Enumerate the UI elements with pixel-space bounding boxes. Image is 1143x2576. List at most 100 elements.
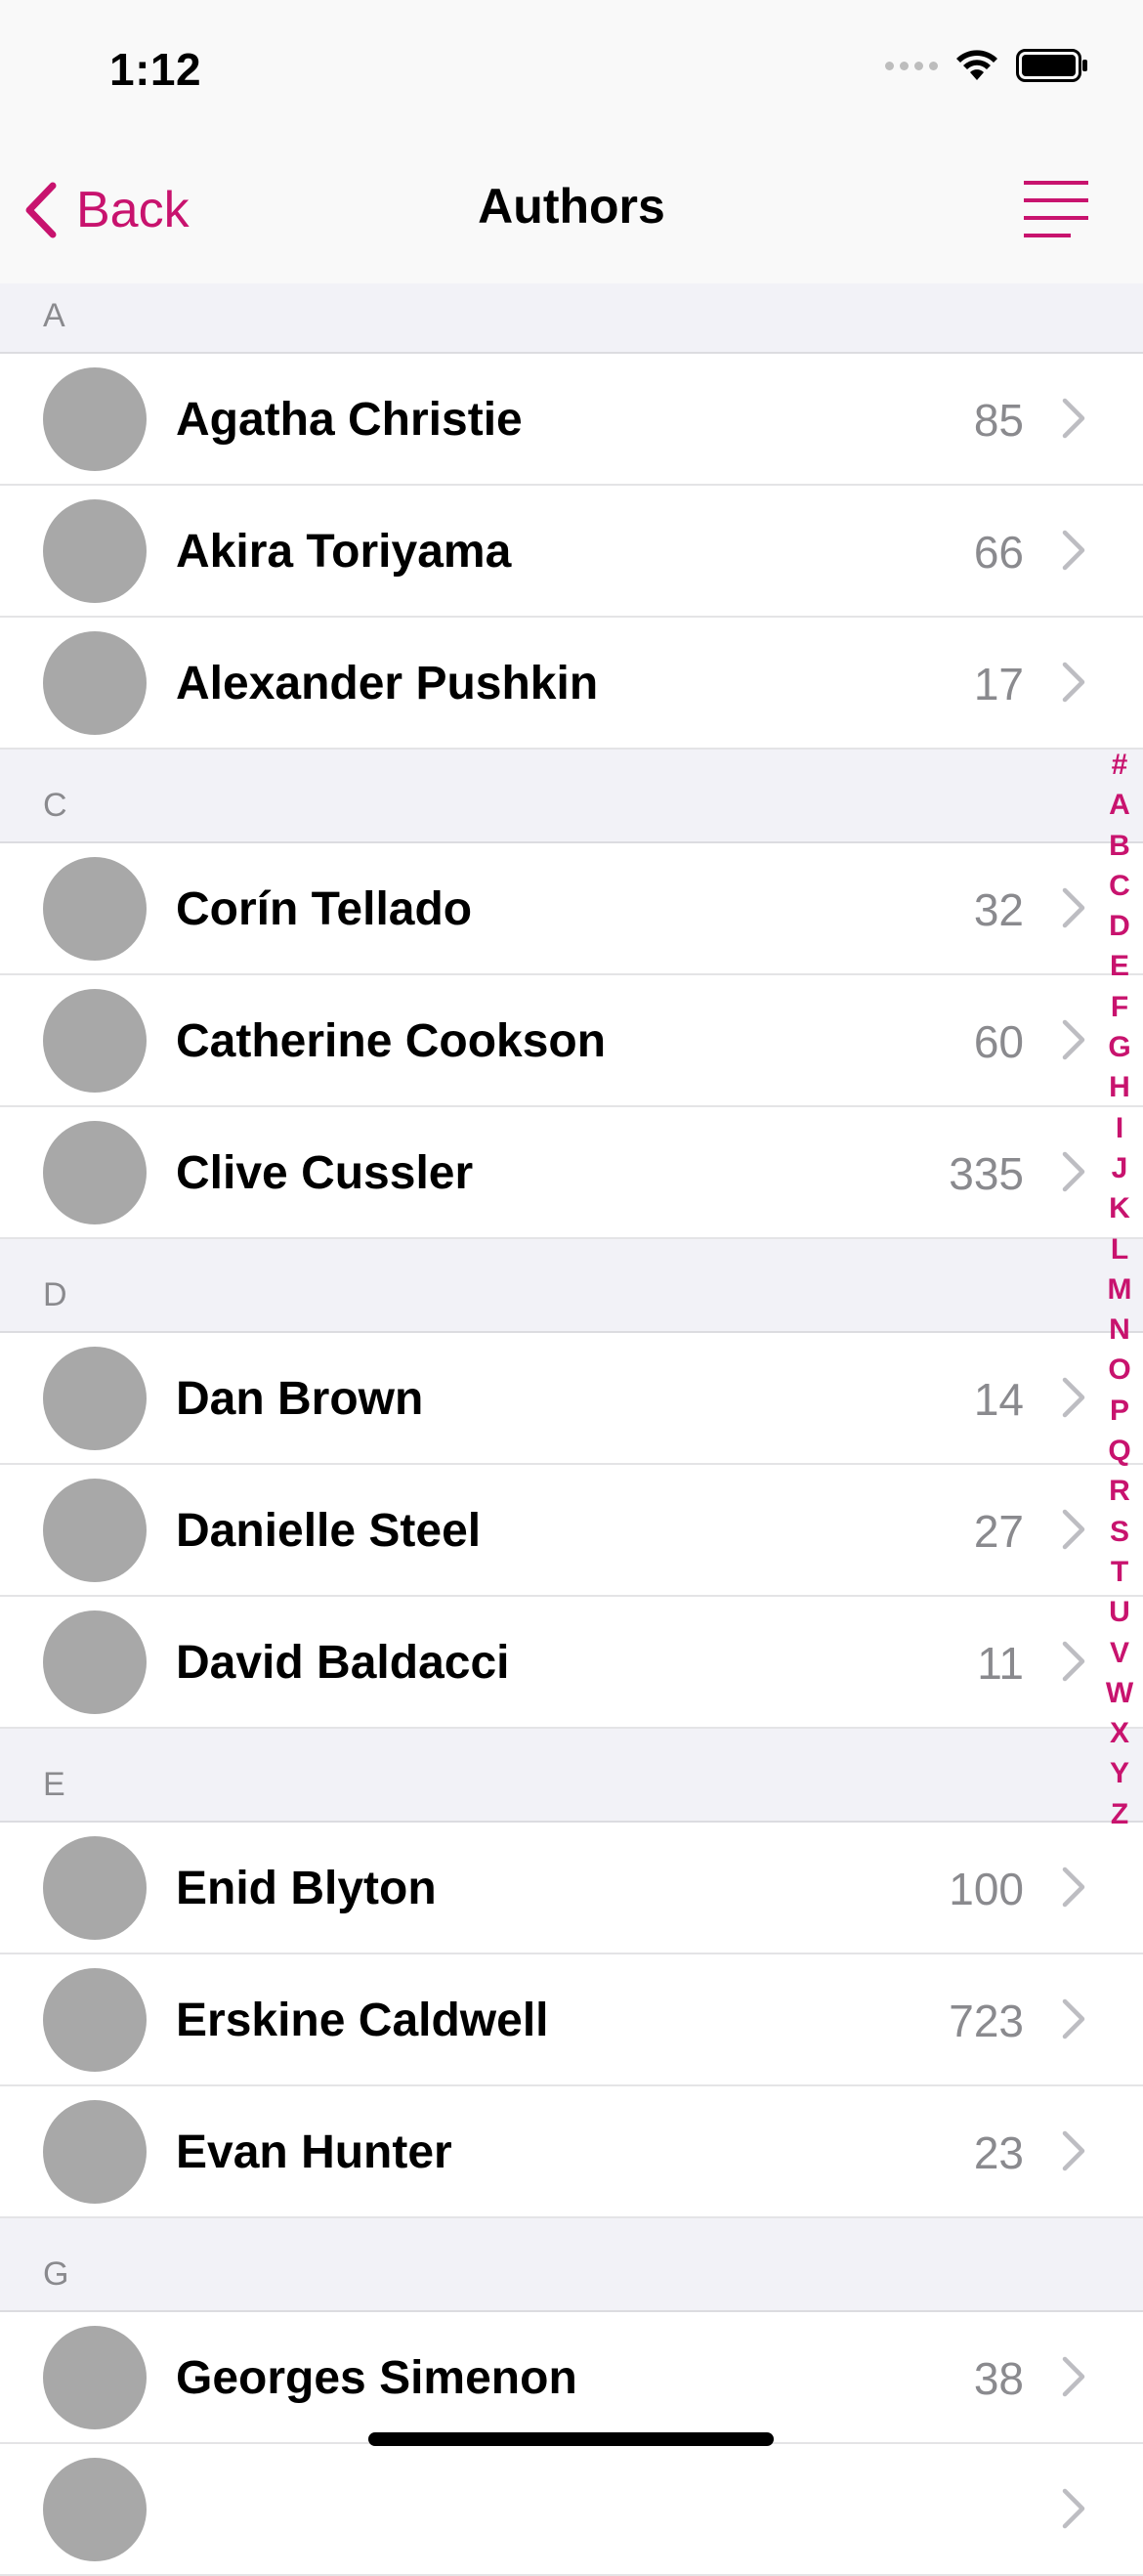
section-letter: G xyxy=(43,2255,69,2293)
index-letter[interactable]: V xyxy=(1110,1633,1129,1673)
author-name: Clive Cussler xyxy=(176,1147,474,1199)
book-count: 100 xyxy=(949,1864,1024,1914)
avatar xyxy=(43,367,147,471)
avatar xyxy=(43,2326,147,2429)
menu-button[interactable] xyxy=(1022,178,1090,242)
index-letter[interactable]: H xyxy=(1109,1067,1130,1107)
index-letter[interactable]: B xyxy=(1109,826,1130,866)
navigation-bar: Back Authors xyxy=(0,137,1143,283)
chevron-right-icon xyxy=(1062,1998,1085,2039)
author-row[interactable]: Catherine Cookson 60 xyxy=(0,975,1143,1107)
author-name: David Baldacci xyxy=(176,1637,510,1689)
index-letter[interactable]: T xyxy=(1111,1552,1128,1592)
author-row[interactable]: David Baldacci 11 xyxy=(0,1597,1143,1729)
chevron-right-icon xyxy=(1062,2356,1085,2397)
index-letter[interactable]: S xyxy=(1110,1512,1129,1552)
avatar xyxy=(43,1610,147,1714)
author-row[interactable]: Danielle Steel 27 xyxy=(0,1465,1143,1597)
chevron-right-icon xyxy=(1062,887,1085,928)
index-letter[interactable]: R xyxy=(1109,1471,1130,1511)
author-name: Danielle Steel xyxy=(176,1505,482,1557)
author-name: Erskine Caldwell xyxy=(176,1995,549,2046)
index-letter[interactable]: M xyxy=(1108,1269,1132,1309)
index-letter[interactable]: U xyxy=(1109,1592,1130,1632)
book-count: 335 xyxy=(949,1148,1024,1199)
index-letter[interactable]: D xyxy=(1109,906,1130,946)
author-name: Dan Brown xyxy=(176,1373,424,1425)
book-count: 85 xyxy=(973,395,1024,446)
index-letter[interactable]: I xyxy=(1116,1108,1123,1148)
chevron-right-icon xyxy=(1062,1377,1085,1418)
section-letter: D xyxy=(43,1276,67,1313)
avatar xyxy=(43,989,147,1093)
avatar xyxy=(43,499,147,603)
index-letter[interactable]: P xyxy=(1110,1391,1129,1431)
section-spacer xyxy=(0,1239,1143,1263)
author-name: Georges Simenon xyxy=(176,2352,577,2404)
index-letter[interactable]: # xyxy=(1112,745,1128,785)
author-row[interactable]: Corín Tellado 32 xyxy=(0,843,1143,975)
author-row[interactable]: Evan Hunter 23 xyxy=(0,2086,1143,2218)
section-header: G xyxy=(0,2242,1143,2312)
status-icons xyxy=(885,49,1088,82)
book-count: 66 xyxy=(973,527,1024,578)
avatar xyxy=(43,1479,147,1582)
author-row[interactable]: Clive Cussler 335 xyxy=(0,1107,1143,1239)
book-count: 14 xyxy=(973,1374,1024,1425)
chevron-right-icon xyxy=(1062,2130,1085,2171)
index-letter[interactable]: K xyxy=(1109,1188,1130,1228)
book-count: 38 xyxy=(973,2353,1024,2404)
section-letter: E xyxy=(43,1766,65,1803)
author-row[interactable]: Georges Simenon 38 xyxy=(0,2312,1143,2444)
avatar xyxy=(43,2100,147,2204)
book-count: 23 xyxy=(973,2127,1024,2178)
author-row[interactable]: Erskine Caldwell 723 xyxy=(0,1954,1143,2086)
author-row[interactable]: Alexander Pushkin 17 xyxy=(0,618,1143,750)
index-letter[interactable]: C xyxy=(1109,866,1130,906)
home-indicator xyxy=(368,2432,774,2446)
avatar xyxy=(43,1836,147,1940)
wifi-icon xyxy=(956,50,997,80)
section-header: A xyxy=(0,283,1143,354)
section-spacer xyxy=(0,2218,1143,2242)
author-row[interactable]: Agatha Christie 85 xyxy=(0,354,1143,486)
section-letter: C xyxy=(43,787,67,824)
book-count: 11 xyxy=(977,1638,1024,1689)
chevron-right-icon xyxy=(1062,1019,1085,1060)
author-list[interactable]: A Agatha Christie 85 Akira Toriyama 66 Alexan… xyxy=(0,283,1143,2576)
book-count: 723 xyxy=(949,1996,1024,2046)
signal-icon xyxy=(885,61,938,70)
author-row[interactable]: Enid Blyton 100 xyxy=(0,1823,1143,1954)
index-letter[interactable]: F xyxy=(1111,987,1128,1027)
index-letter[interactable]: G xyxy=(1108,1027,1130,1067)
book-count: 32 xyxy=(973,884,1024,935)
book-count: 17 xyxy=(973,659,1024,709)
avatar xyxy=(43,1968,147,2072)
avatar xyxy=(43,1121,147,1224)
author-row[interactable]: Akira Toriyama 66 xyxy=(0,486,1143,618)
chevron-right-icon xyxy=(1062,1867,1085,1908)
index-letter[interactable]: J xyxy=(1112,1148,1128,1188)
index-letter[interactable]: Q xyxy=(1108,1431,1130,1471)
avatar xyxy=(43,1347,147,1450)
author-row[interactable] xyxy=(0,2444,1143,2576)
index-letter[interactable]: A xyxy=(1109,785,1130,825)
index-letter[interactable]: O xyxy=(1108,1350,1130,1390)
battery-icon xyxy=(1016,49,1087,82)
index-letter[interactable]: W xyxy=(1106,1673,1133,1713)
index-letter[interactable]: X xyxy=(1110,1713,1129,1753)
author-row[interactable]: Dan Brown 14 xyxy=(0,1333,1143,1465)
index-letter[interactable]: Y xyxy=(1110,1753,1129,1793)
index-letter[interactable]: L xyxy=(1111,1229,1128,1269)
alphabet-index[interactable]: # A B C D E F G H I J K L M N O P Q R S T U V W X Y Z xyxy=(1100,745,1139,1834)
index-letter[interactable]: N xyxy=(1109,1309,1130,1350)
author-name: Alexander Pushkin xyxy=(176,658,599,709)
index-letter[interactable]: Z xyxy=(1111,1794,1128,1834)
avatar xyxy=(43,857,147,961)
index-letter[interactable]: E xyxy=(1110,946,1129,986)
section-header: C xyxy=(0,773,1143,843)
chevron-right-icon xyxy=(1062,530,1085,571)
menu-lines-icon xyxy=(1024,181,1088,237)
book-count: 60 xyxy=(973,1016,1024,1067)
section-header: E xyxy=(0,1752,1143,1823)
